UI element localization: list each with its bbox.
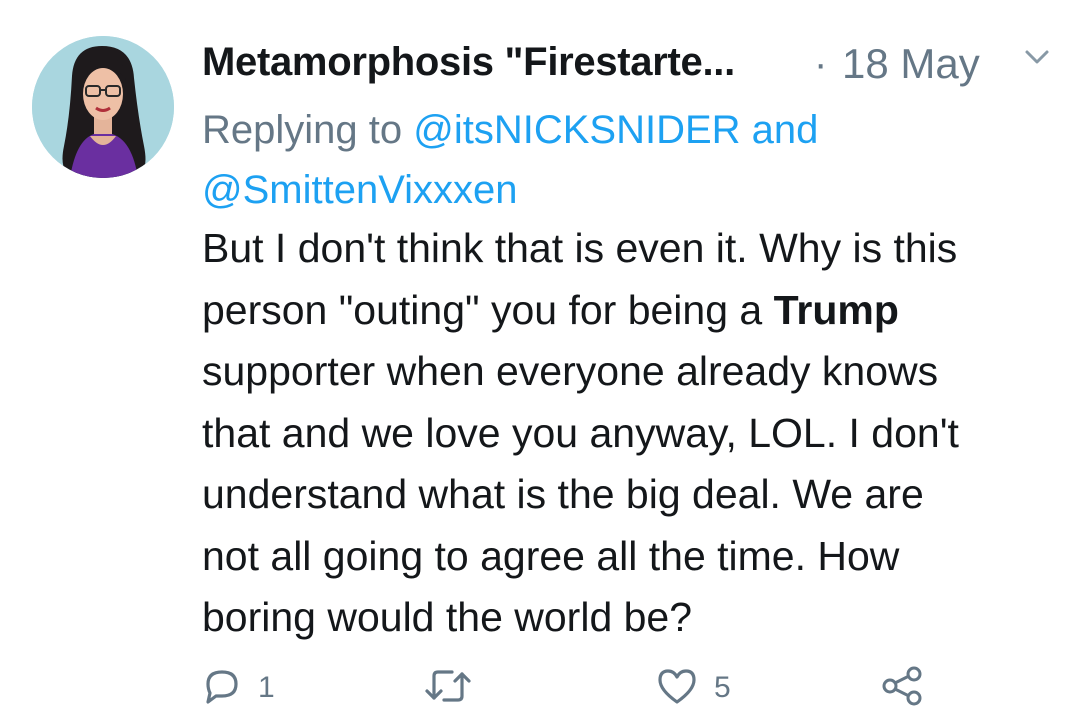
chevron-down-icon[interactable] [1022,42,1052,72]
reply-icon [200,664,244,713]
retweet-button[interactable] [422,660,488,716]
tweet-text-span: person "outing" you for being a [202,286,774,333]
replying-to: Replying to @itsNICKSNIDER and @SmittenV… [202,100,1052,220]
tweet-date[interactable]: 18 May [842,40,980,88]
heart-icon [654,664,700,713]
avatar-image [32,36,174,178]
tweet[interactable]: Metamorphosis "Firestarte... · 18 May Re… [0,0,1080,727]
display-name[interactable]: Metamorphosis "Firestarte... [202,40,735,85]
tweet-text-line: understand what is the big deal. We are [202,471,924,517]
reply-button[interactable]: 1 [200,660,275,716]
tweet-text-line: that and we love you anyway, LOL. I don'… [202,409,959,456]
mention-link[interactable]: @SmittenVixxxen [202,168,518,212]
tweet-text-line: supporter when everyone already knows [202,348,939,394]
tweet-actions: 1 5 [0,660,1080,720]
replying-to-label: Replying to [202,108,414,152]
tweet-text-line: not all going to agree all the time. How [202,532,900,579]
reply-count: 1 [258,671,275,704]
tweet-text: But I don't think that is even it. Why i… [202,218,1062,649]
share-button[interactable] [880,660,926,716]
like-count: 5 [714,671,731,704]
like-button[interactable]: 5 [654,660,731,716]
share-icon [880,664,926,713]
retweet-icon [422,664,474,713]
tweet-text-line: boring would the world be? [202,594,693,640]
separator-dot: · [814,42,828,86]
tweet-text-line: person "outing" you for being a Trump [202,280,1062,342]
mention-link[interactable]: @itsNICKSNIDER [413,108,740,152]
replying-and[interactable]: and [741,108,819,152]
tweet-text-bold: Trump [773,286,899,333]
tweet-text-line: But I don't think that is even it. Why i… [202,225,958,271]
tweet-header: Metamorphosis "Firestarte... · 18 May [202,38,1052,90]
avatar[interactable] [32,36,174,178]
